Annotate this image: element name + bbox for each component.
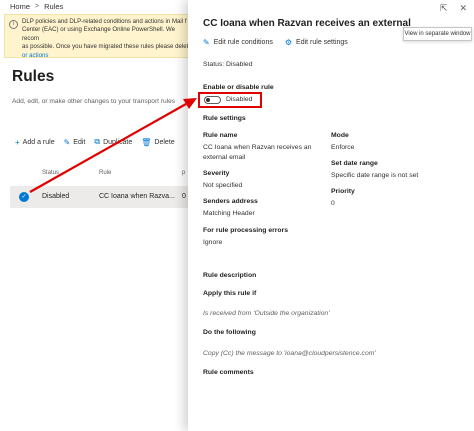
warning-notice: i DLP policies and DLP-related condition… [4, 14, 194, 59]
toggle-knob [206, 98, 210, 102]
priority-value: 0 [331, 200, 335, 207]
column-priority[interactable]: p [182, 170, 185, 176]
column-rule[interactable]: Rule [99, 170, 111, 176]
edit-button[interactable]: ✎ Edit [64, 138, 86, 147]
pencil-icon: ✎ [203, 38, 210, 47]
toggle-state-label: Disabled [226, 96, 253, 103]
severity-label: Severity [203, 170, 230, 177]
trash-icon: 🗑 [141, 137, 152, 147]
add-rule-button[interactable]: + Add a rule [15, 138, 55, 147]
enable-toggle[interactable] [204, 96, 221, 104]
do-following-value: Copy (Cc) the message to 'ioana@cloudper… [203, 350, 376, 357]
processing-errors-label: For rule processing errors [203, 227, 288, 234]
rules-toolbar: + Add a rule ✎ Edit ⧉ Duplicate 🗑 Delete [15, 137, 175, 147]
rule-details-panel: ⇱ ✕ View in separate window CC Ioana whe… [188, 0, 474, 431]
notice-link[interactable]: or actions [22, 52, 48, 59]
mode-label: Mode [331, 132, 349, 139]
plus-icon: + [15, 137, 20, 147]
highlight-box: Disabled [198, 92, 262, 108]
edit-settings-button[interactable]: ⚙ Edit rule settings [285, 38, 348, 47]
tooltip: View in separate window [403, 27, 472, 41]
breadcrumb-current: Rules [44, 2, 64, 11]
edit-label: Edit [73, 138, 86, 146]
enable-rule-label: Enable or disable rule [203, 84, 274, 91]
severity-value: Not specified [203, 182, 243, 189]
panel-window-controls: ⇱ ✕ [440, 3, 467, 14]
page-title: Rules [12, 68, 55, 85]
panel-actions: ✎ Edit rule conditions ⚙ Edit rule setti… [203, 38, 348, 47]
close-icon[interactable]: ✕ [459, 3, 467, 14]
edit-conditions-button[interactable]: ✎ Edit rule conditions [203, 38, 273, 47]
expand-window-icon[interactable]: ⇱ [440, 3, 448, 14]
info-icon: i [9, 20, 18, 29]
senders-address-label: Senders address [203, 198, 258, 205]
page-description: Add, edit, or make other changes to your… [12, 98, 176, 105]
add-rule-label: Add a rule [22, 138, 55, 146]
rule-description-heading: Rule description [203, 272, 257, 279]
duplicate-button[interactable]: ⧉ Duplicate [94, 137, 132, 147]
row-rule-name: CC Ioana when Razva... [99, 193, 175, 200]
breadcrumb: Home > Rules [10, 2, 63, 11]
table-row[interactable]: ✓ Disabled CC Ioana when Razva... 0 [10, 186, 190, 208]
row-priority: 0 [182, 193, 186, 200]
delete-label: Delete [154, 138, 175, 146]
rule-name-label: Rule name [203, 132, 238, 139]
copy-icon: ⧉ [94, 137, 101, 146]
gear-icon: ⚙ [284, 38, 293, 47]
date-range-label: Set date range [331, 160, 378, 167]
apply-if-value: Is received from 'Outside the organizati… [203, 310, 330, 317]
status-text: Status: Disabled [203, 61, 253, 68]
rule-name-value: CC Ioana when Razvan receives an externa… [203, 144, 312, 161]
senders-address-value: Matching Header [203, 210, 255, 217]
date-range-value: Specific date range is not set [331, 172, 419, 179]
notice-text: DLP policies and DLP-related conditions … [22, 18, 189, 51]
breadcrumb-home[interactable]: Home [10, 2, 30, 11]
apply-if-heading: Apply this rule if [203, 290, 257, 297]
priority-label: Priority [331, 188, 355, 195]
delete-button[interactable]: 🗑 Delete [141, 138, 174, 147]
edit-conditions-label: Edit rule conditions [213, 39, 273, 46]
breadcrumb-separator: > [35, 3, 40, 10]
rule-comments-heading: Rule comments [203, 369, 254, 376]
column-status[interactable]: Status [42, 170, 59, 176]
edit-settings-label: Edit rule settings [296, 39, 348, 46]
rule-settings-heading: Rule settings [203, 115, 246, 122]
mode-value: Enforce [331, 144, 355, 151]
duplicate-label: Duplicate [103, 138, 133, 146]
panel-title: CC Ioana when Razvan receives an externa… [203, 18, 411, 29]
pencil-icon: ✎ [63, 137, 71, 147]
processing-errors-value: Ignore [203, 239, 223, 246]
checkmark-icon[interactable]: ✓ [19, 192, 29, 202]
row-status: Disabled [42, 193, 70, 200]
do-following-heading: Do the following [203, 329, 256, 336]
